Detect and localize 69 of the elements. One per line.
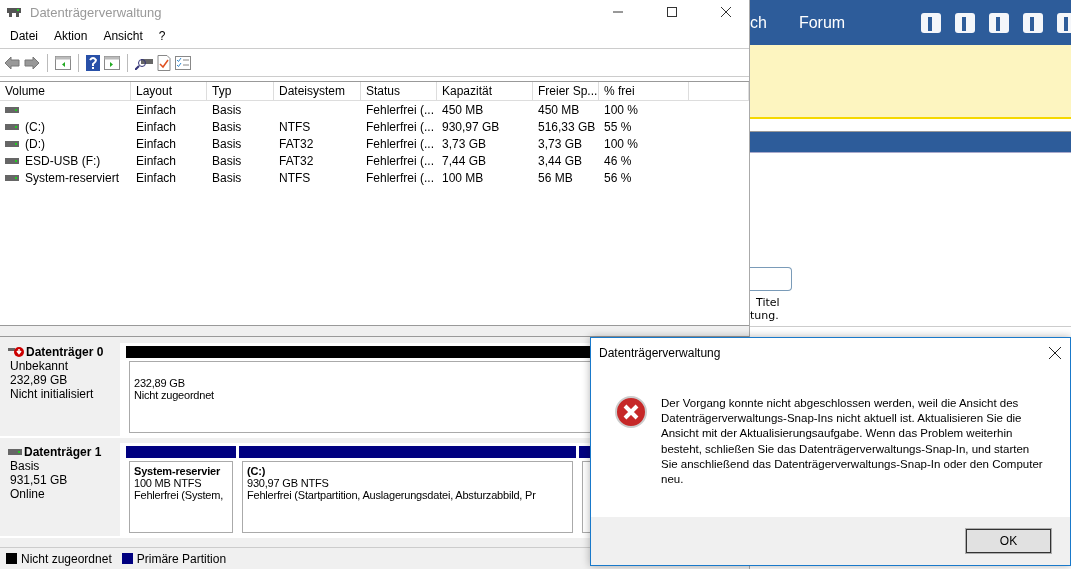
table-cell-text: Fehlerfrei (... — [365, 153, 435, 168]
table-cell-text: Fehlerfrei (... — [365, 170, 435, 185]
partition-info: Fehlerfrei (System, — [134, 489, 224, 501]
partition-info: 930,97 GB NTFS — [247, 477, 329, 489]
table-cell-text: FAT32 — [278, 153, 315, 168]
table-cell-text: Einfach — [135, 153, 178, 168]
table-cell-text: 3,44 GB — [537, 153, 584, 168]
nav-link[interactable]: Forum — [798, 13, 846, 32]
disk-info: 931,51 GB — [10, 473, 69, 487]
ok-button[interactable]: OK — [965, 528, 1052, 554]
table-cell-text: 930,97 GB — [441, 119, 501, 134]
disk-name: Datenträger 0 — [26, 345, 104, 359]
form-text: Titel — [755, 296, 781, 309]
menu-item[interactable]: Datei — [2, 29, 46, 43]
disk-info: Basis — [10, 459, 41, 473]
menu-item[interactable]: Aktion — [46, 29, 96, 43]
table-cell-text: 100 % — [603, 102, 640, 117]
nav-link[interactable]: ch — [750, 13, 767, 32]
partition-title: System-reservier — [134, 465, 221, 477]
table-cell-text: Einfach — [135, 102, 178, 117]
partition-title: (C:) — [247, 465, 266, 477]
partition-box[interactable]: System-reservier 100 MB NTFS Fehlerfrei (System, — [129, 461, 233, 533]
table-cell: (C:) — [25, 119, 45, 134]
table-cell-text: NTFS — [278, 170, 312, 185]
menu-item[interactable]: ? — [150, 29, 174, 43]
table-cell-text: Basis — [211, 136, 243, 151]
table-cell: (D:) — [25, 136, 45, 151]
menu-item[interactable]: Ansicht — [95, 29, 151, 43]
table-cell-text: Fehlerfrei (... — [365, 119, 435, 134]
table-cell-text: 7,44 GB — [441, 153, 488, 168]
table-cell: ESD-USB (F:) — [25, 153, 101, 168]
disk-info: Nicht initialisiert — [10, 387, 95, 401]
legend-label: Nicht zugeordnet — [21, 551, 112, 566]
window-title: Datenträgerverwaltung — [30, 4, 163, 20]
table-cell-text: NTFS — [278, 119, 312, 134]
table-cell-text: Basis — [211, 102, 243, 117]
partition-info: Fehlerfrei (Startpartition, Auslagerungsdatei, Absturzabbild, Pr — [247, 489, 536, 501]
table-cell-text: 450 MB — [441, 102, 485, 117]
table-cell-text: Einfach — [135, 170, 178, 185]
legend-label: Primäre Partition — [136, 551, 227, 566]
table-cell: System-reserviert — [25, 170, 119, 185]
table-cell-text: 46 % — [603, 153, 633, 168]
partition-info: 100 MB NTFS — [134, 477, 202, 489]
table-cell-text: Fehlerfrei (... — [365, 102, 435, 117]
table-cell-text: 100 % — [603, 136, 640, 151]
dialog-title: Datenträgerverwaltung — [599, 346, 722, 360]
table-cell-text: Basis — [211, 119, 243, 134]
table-cell-text: 56 MB — [537, 170, 574, 185]
table-cell-text: 56 % — [603, 170, 633, 185]
partition-info: 232,89 GB — [134, 377, 185, 389]
table-cell-text: Einfach — [135, 136, 178, 151]
table-cell-text: Basis — [211, 153, 243, 168]
table-cell-text: Basis — [211, 170, 243, 185]
table-cell-text: 450 MB — [537, 102, 581, 117]
table-cell-text: 3,73 GB — [537, 136, 584, 151]
partition-info: Nicht zugeordnet — [134, 389, 214, 401]
table-cell-text: 3,73 GB — [441, 136, 488, 151]
table-cell-text: 55 % — [603, 119, 633, 134]
disk-name: Datenträger 1 — [24, 445, 102, 459]
disk-info: Online — [10, 487, 46, 501]
table-cell-text: 100 MB — [441, 170, 485, 185]
partition-box[interactable]: (C:) 930,97 GB NTFS Fehlerfrei (Startpartition, Auslagerungsdatei, Absturzabbild, Pr — [242, 461, 573, 533]
table-cell-text: 516,33 GB — [537, 119, 597, 134]
table-cell-text: Einfach — [135, 119, 178, 134]
disk-info: 232,89 GB — [10, 373, 69, 387]
disk-info: Unbekannt — [10, 359, 70, 373]
table-cell-text: FAT32 — [278, 136, 315, 151]
table-cell-text: Fehlerfrei (... — [365, 136, 435, 151]
form-text: tung. — [750, 309, 780, 322]
